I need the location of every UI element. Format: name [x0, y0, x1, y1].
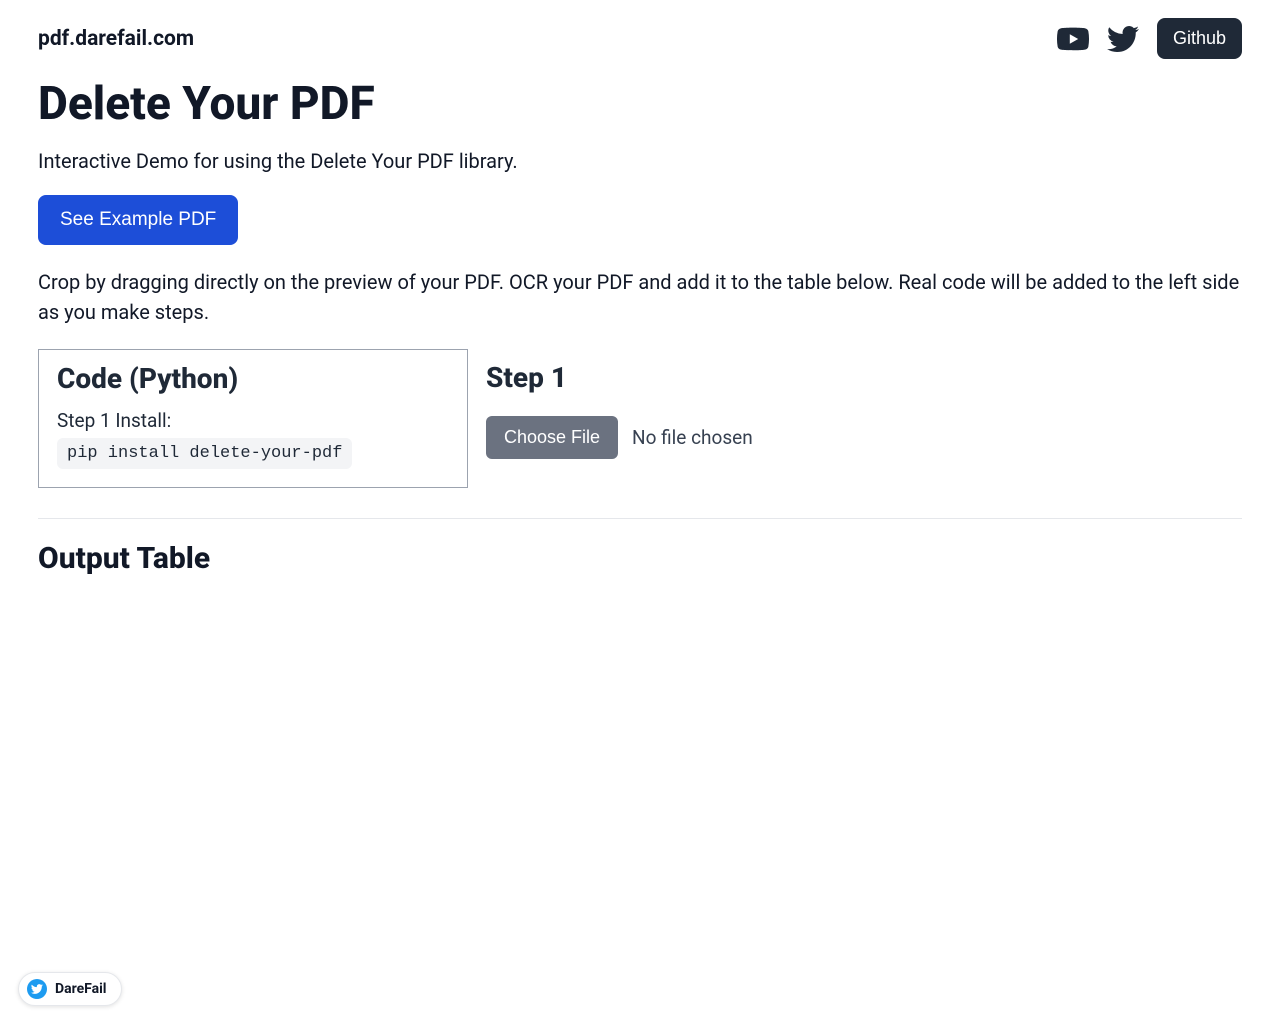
file-input-row: Choose File No file chosen — [486, 416, 1224, 459]
youtube-icon[interactable] — [1057, 23, 1089, 55]
github-button[interactable]: Github — [1157, 18, 1242, 59]
darefail-badge[interactable]: DareFail — [18, 972, 122, 1006]
page-subtitle: Interactive Demo for using the Delete Yo… — [38, 149, 1242, 173]
page-title: Delete Your PDF — [38, 77, 1242, 131]
badge-text: DareFail — [55, 981, 107, 997]
twitter-icon[interactable] — [1107, 23, 1139, 55]
file-status-text: No file chosen — [632, 426, 753, 449]
header: pdf.darefail.com Github — [38, 18, 1242, 59]
step-panel: Step 1 Choose File No file chosen — [467, 349, 1242, 488]
site-name[interactable]: pdf.darefail.com — [38, 27, 194, 51]
panels-row: Code (Python) Step 1 Install: pip instal… — [38, 349, 1242, 488]
header-actions: Github — [1057, 18, 1242, 59]
choose-file-button[interactable]: Choose File — [486, 416, 618, 459]
code-panel: Code (Python) Step 1 Install: pip instal… — [38, 349, 468, 488]
output-table-heading: Output Table — [38, 541, 1242, 576]
code-step-label: Step 1 Install: — [57, 409, 449, 432]
code-snippet: pip install delete-your-pdf — [57, 438, 352, 469]
twitter-badge-icon — [27, 979, 47, 999]
section-divider — [38, 518, 1242, 519]
code-panel-heading: Code (Python) — [57, 362, 449, 395]
step-panel-heading: Step 1 — [486, 361, 1224, 394]
page-description: Crop by dragging directly on the preview… — [38, 267, 1242, 327]
see-example-button[interactable]: See Example PDF — [38, 195, 238, 245]
